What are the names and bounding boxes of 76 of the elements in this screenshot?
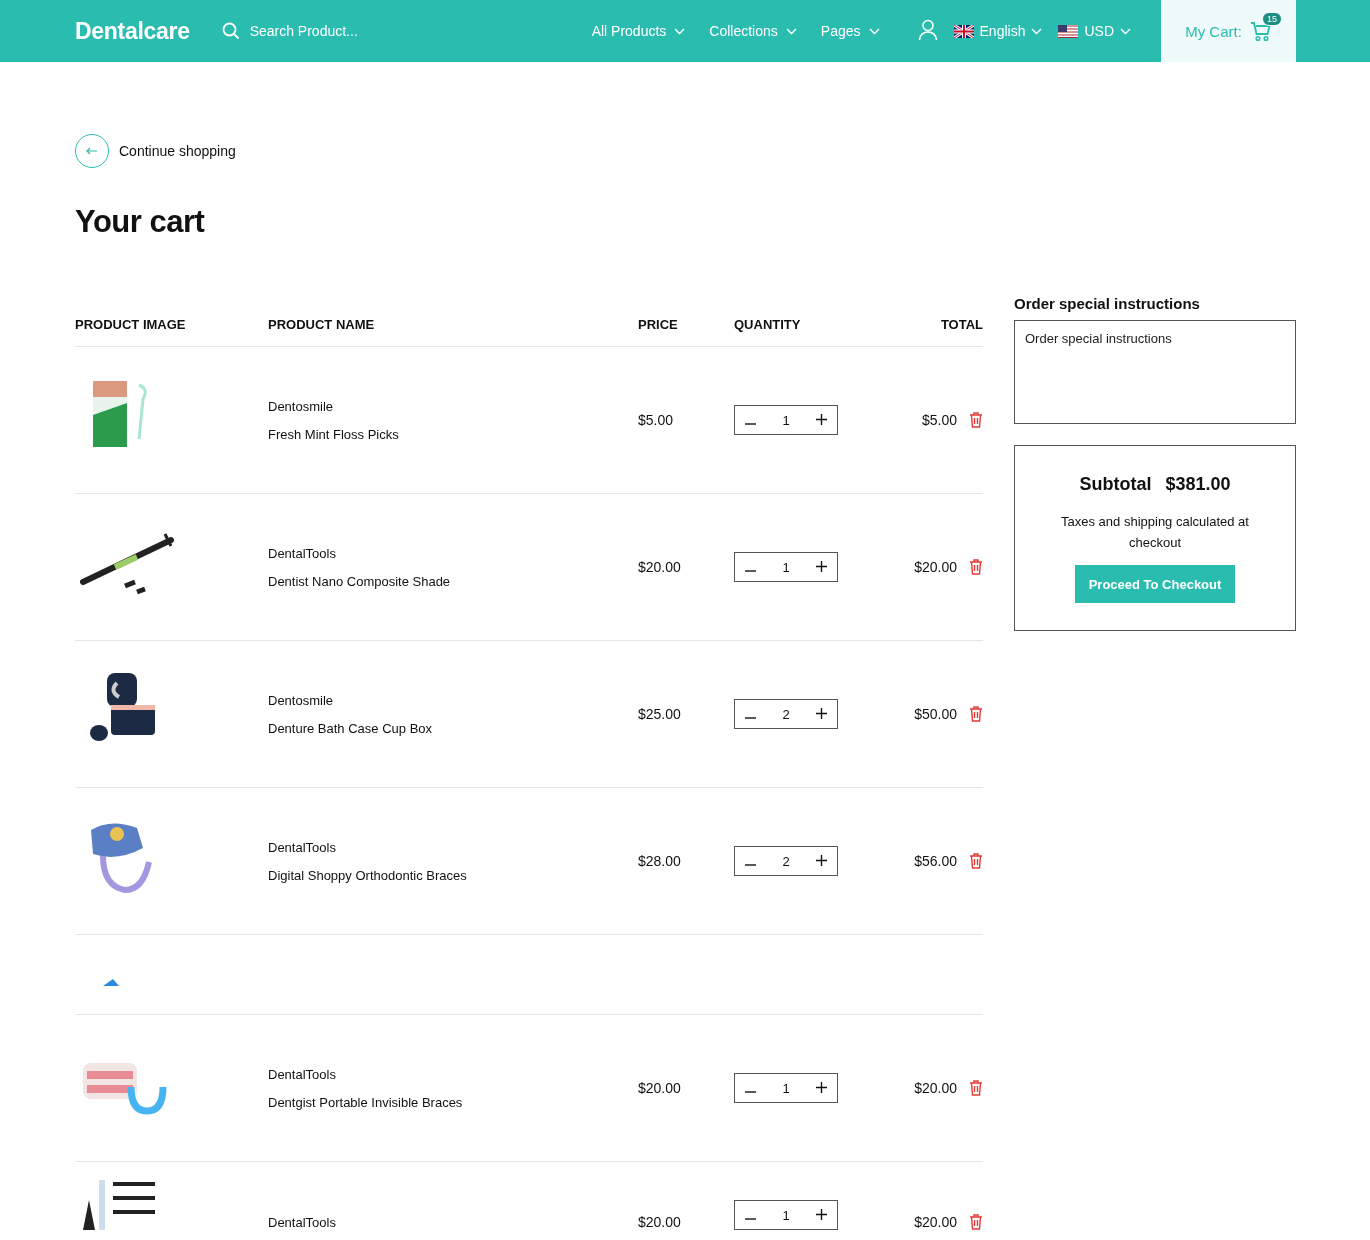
- price-text: $20.00: [638, 559, 682, 575]
- cart-icon: [1249, 20, 1272, 42]
- trash-icon[interactable]: [969, 706, 983, 722]
- price-text: $20.00: [638, 1214, 682, 1230]
- quantity-stepper[interactable]: 1: [734, 1073, 838, 1103]
- price-text: $28.00: [638, 853, 682, 869]
- quantity-value: 1: [782, 559, 790, 575]
- quantity-value: 1: [782, 412, 790, 428]
- quantity-stepper[interactable]: 2: [734, 699, 838, 729]
- trash-icon[interactable]: [969, 1214, 983, 1230]
- flag-icon: [953, 24, 974, 38]
- quantity-stepper[interactable]: 1: [734, 405, 838, 435]
- product-vendor: DentalTools: [268, 1215, 337, 1230]
- product-vendor: DentalTools: [268, 545, 337, 561]
- instructions-title: Order special instructions: [1014, 295, 1201, 312]
- product-name-link[interactable]: Denture Bath Case Cup Box: [268, 720, 638, 736]
- search-field[interactable]: Search Product...: [249, 23, 390, 39]
- price-text: $25.00: [638, 706, 682, 722]
- plus-icon: [816, 1209, 827, 1220]
- plus-icon: [816, 414, 827, 425]
- trash-icon[interactable]: [969, 853, 983, 869]
- column-header: QUANTITY: [734, 316, 802, 332]
- quantity-stepper[interactable]: 1: [734, 1200, 838, 1230]
- product-vendor: DentalTools: [268, 839, 337, 855]
- minus-icon: [745, 423, 756, 425]
- product-name-link[interactable]: Fresh Mint Floss Picks: [268, 426, 638, 442]
- quantity-stepper[interactable]: 1: [734, 552, 838, 582]
- quantity-stepper[interactable]: 2: [734, 846, 838, 876]
- column-header: TOTAL: [939, 316, 983, 332]
- column-header: PRICE: [638, 316, 679, 332]
- product-vendor: Dentosmile: [268, 398, 335, 414]
- page-title: Your cart: [75, 204, 206, 240]
- chevron-down-icon: [785, 27, 797, 35]
- column-header: PRODUCT IMAGE: [75, 316, 187, 332]
- minus-icon: [745, 570, 756, 572]
- line-total: $5.00: [921, 412, 957, 428]
- product-vendor: Dentosmile: [268, 692, 335, 708]
- line-total: $50.00: [914, 706, 957, 722]
- trash-icon[interactable]: [969, 1080, 983, 1096]
- arrow-left-icon: [86, 147, 98, 155]
- plus-icon: [816, 855, 827, 866]
- search-icon: [221, 22, 240, 40]
- subtotal-label: Subtotal: [1079, 474, 1152, 495]
- chevron-down-icon: [868, 27, 880, 35]
- trash-icon[interactable]: [969, 412, 983, 428]
- price-text: $20.00: [638, 1080, 682, 1096]
- product-vendor: DentalTools: [268, 1066, 337, 1082]
- plus-icon: [816, 1082, 827, 1093]
- minus-icon: [745, 717, 756, 719]
- instructions-field[interactable]: Order special instructions: [1014, 320, 1296, 424]
- column-header: PRODUCT NAME: [268, 316, 376, 332]
- quantity-value: 2: [782, 706, 790, 722]
- line-total: $56.00: [914, 853, 957, 869]
- flag-icon: [1058, 24, 1079, 38]
- product-name-link[interactable]: Dentgist Portable Invisible Braces: [268, 1094, 638, 1110]
- quantity-value: 2: [782, 853, 790, 869]
- quantity-value: 1: [782, 1080, 790, 1096]
- quantity-value: 1: [782, 1207, 790, 1223]
- minus-icon: [745, 864, 756, 866]
- minus-icon: [745, 1091, 756, 1093]
- product-name-link[interactable]: Digital Shoppy Orthodontic Braces: [268, 867, 638, 883]
- minus-icon: [745, 1218, 756, 1220]
- trash-icon[interactable]: [969, 559, 983, 575]
- continue-shopping-link[interactable]: Continue shopping: [75, 134, 236, 168]
- price-text: $5.00: [638, 412, 675, 428]
- shipping-note: Taxes and shipping calculated at checkout: [1060, 513, 1250, 552]
- chevron-down-icon: [1120, 27, 1131, 35]
- line-total: $20.00: [914, 1080, 957, 1096]
- chevron-down-icon: [1031, 27, 1043, 35]
- chevron-down-icon: [674, 27, 686, 35]
- line-total: $20.00: [914, 1214, 957, 1230]
- subtotal-amount: $381.00: [1165, 474, 1231, 495]
- product-name-link[interactable]: Dentist Nano Composite Shade: [268, 573, 638, 589]
- line-total: $20.00: [914, 559, 957, 575]
- plus-icon: [816, 561, 827, 572]
- plus-icon: [816, 708, 827, 719]
